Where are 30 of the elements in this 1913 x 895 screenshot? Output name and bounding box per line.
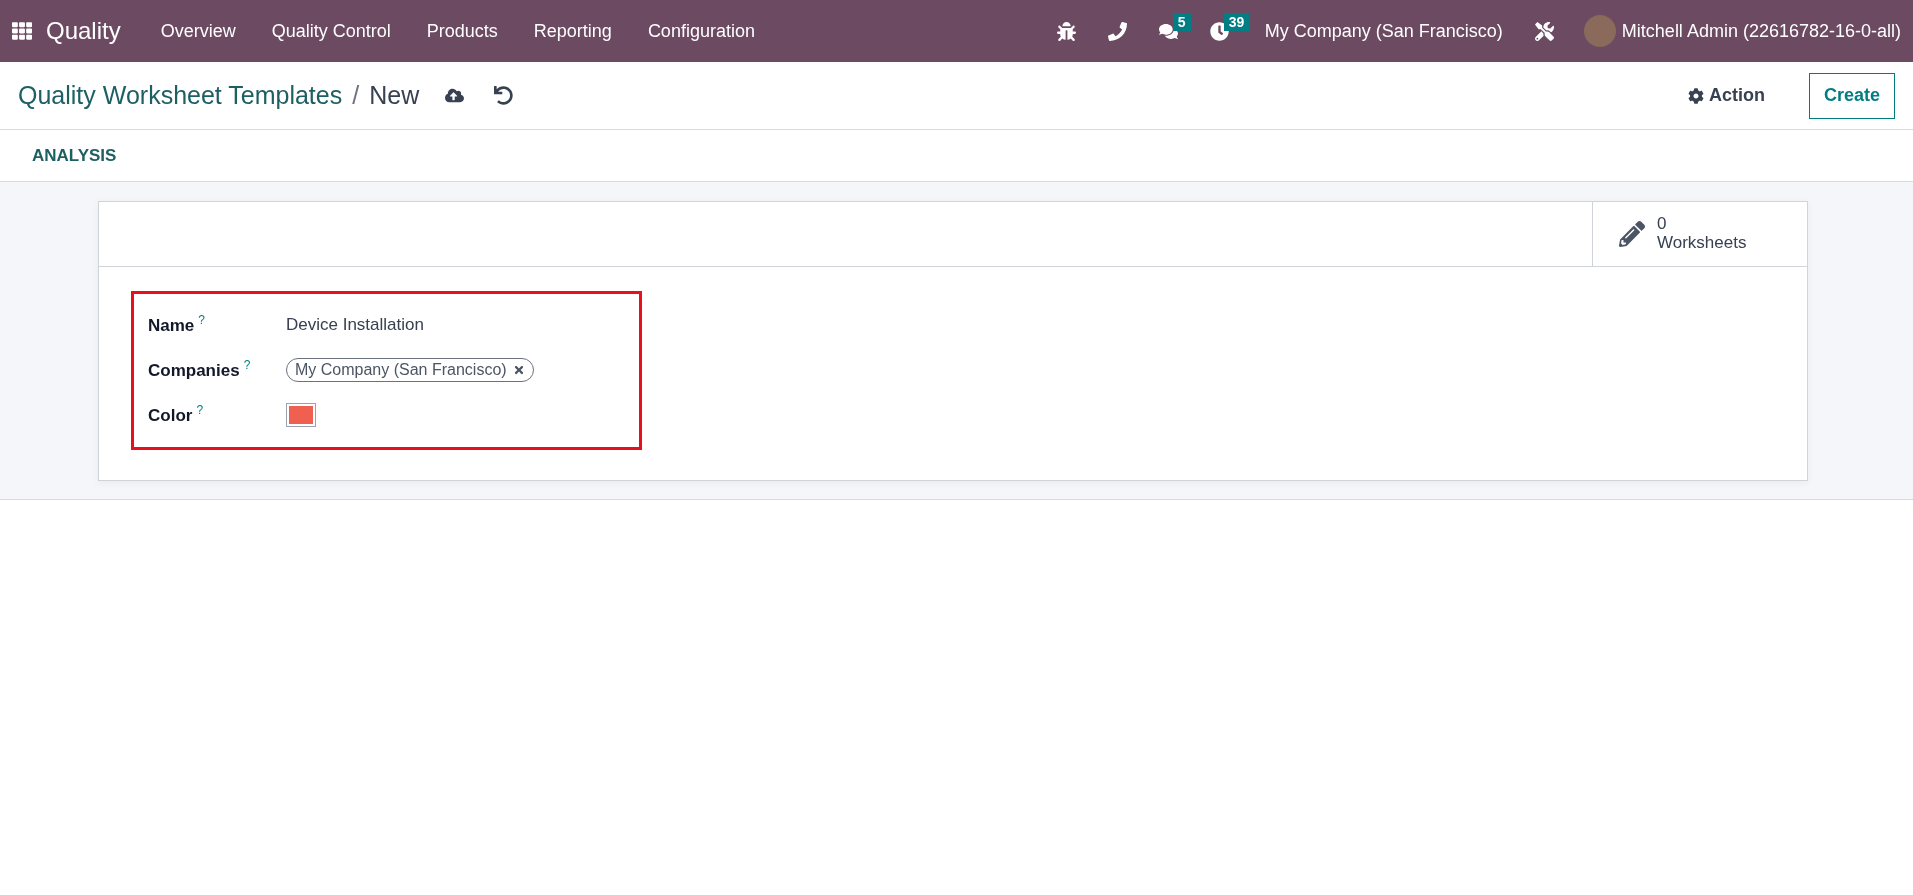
count-badge: 5 (1172, 12, 1191, 31)
chat-icon[interactable] (1158, 21, 1178, 41)
menu-item[interactable]: Reporting (515, 20, 630, 42)
menu-item[interactable]: Configuration (629, 20, 773, 42)
pencil-icon (1619, 221, 1645, 247)
breadcrumb-link[interactable]: Quality Worksheet Templates (18, 81, 343, 110)
analysis-button[interactable]: ANALYSIS (20, 145, 129, 166)
gear-icon (1687, 87, 1704, 104)
field-label: Name $^{?}$ (148, 313, 206, 336)
worksheets-stat-button[interactable]: 0 Worksheets (1592, 202, 1807, 266)
menu-item[interactable]: Overview (142, 20, 254, 42)
tools-icon[interactable] (1534, 21, 1554, 41)
count-badge: 39 (1223, 12, 1250, 31)
user-menu[interactable]: Mitchell Admin (22616782-16-0-all) (1621, 20, 1901, 42)
create-button[interactable]: Create (1808, 72, 1895, 119)
apps-grid-icon[interactable] (12, 21, 32, 41)
remove-icon[interactable] (512, 363, 525, 376)
menu-item[interactable]: Quality Control (253, 20, 409, 42)
breadcrumb-current: New (369, 81, 420, 110)
name-value[interactable]: Device Installation (286, 314, 424, 335)
menu-item[interactable]: Products (408, 20, 516, 42)
app-name[interactable]: Quality (46, 17, 121, 45)
field-label: Companies $^{?}$ (148, 358, 252, 381)
company-switcher[interactable]: My Company (San Francisco) (1264, 20, 1503, 42)
phone-icon[interactable] (1107, 21, 1127, 41)
action-button[interactable]: Action (1681, 84, 1771, 107)
color-swatch[interactable] (286, 402, 316, 427)
breadcrumb-separator: / (352, 81, 360, 110)
field-label: Color $^{?}$ (148, 403, 205, 426)
bug-icon[interactable] (1056, 21, 1076, 41)
